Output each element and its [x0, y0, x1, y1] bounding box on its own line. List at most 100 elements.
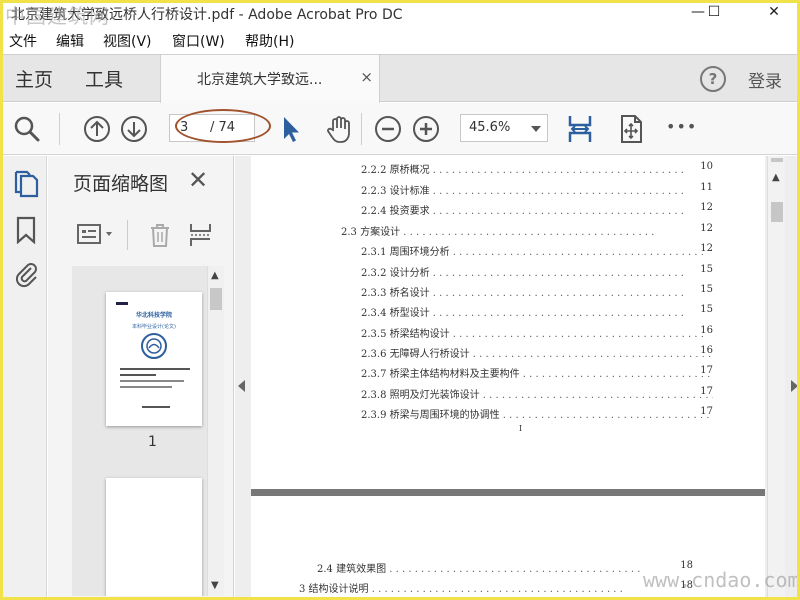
toc-entry-label: 2.4 建筑效果图: [317, 564, 387, 575]
toc-entry[interactable]: 2.4 建筑效果图 . . . . . . . . . . . . . . . …: [317, 560, 693, 575]
zoom-select[interactable]: 45.6%: [460, 114, 548, 142]
pages-icon[interactable]: [13, 170, 39, 198]
menu-view[interactable]: 视图(V): [103, 31, 152, 51]
toc-entry[interactable]: 2.3.2 设计分析 . . . . . . . . . . . . . . .…: [361, 264, 713, 279]
toc-entry[interactable]: 2.3.8 照明及灯光装饰设计 . . . . . . . . . . . . …: [361, 386, 713, 401]
tab-document[interactable]: 北京建筑大学致远... ×: [160, 55, 380, 103]
toc-entry-label: 2.2.3 设计标准: [361, 186, 430, 197]
menu-file[interactable]: 文件: [9, 31, 37, 51]
thumb-logo: [116, 302, 128, 305]
toc-entry[interactable]: 2.2.2 原桥概况 . . . . . . . . . . . . . . .…: [361, 161, 713, 176]
delete-icon[interactable]: [148, 222, 172, 248]
toc-entry-label: 2.3.3 桥名设计: [361, 288, 430, 299]
login-button[interactable]: 登录: [748, 67, 782, 92]
toc-entry-label: 2.3.5 桥梁结构设计: [361, 329, 450, 340]
hand-icon[interactable]: [323, 113, 355, 145]
toolbar-divider: [361, 113, 362, 145]
page-down-icon[interactable]: [118, 113, 150, 145]
menu-edit[interactable]: 编辑: [56, 31, 84, 51]
toolbar: 3 / 74 45.6% •••: [3, 103, 797, 155]
toc-page-number: 10: [696, 161, 713, 172]
bookmark-icon[interactable]: [13, 216, 39, 244]
menu-bar: 文件 编辑 视图(V) 窗口(W) 帮助(H): [3, 28, 797, 52]
toc-entry-label: 2.2.4 投资要求: [361, 206, 430, 217]
toc-entry-label: 2.2.2 原桥概况: [361, 165, 430, 176]
select-arrow-icon[interactable]: [275, 113, 307, 145]
menu-help[interactable]: 帮助(H): [245, 31, 294, 51]
menu-window[interactable]: 窗口(W): [172, 31, 225, 51]
toc-leader-dots: . . . . . . . . . . . . . . . . . . . . …: [522, 369, 713, 380]
toc-leader-dots: . . . . . . . . . . . . . . . . . . . . …: [502, 410, 713, 421]
panel-title: 页面缩略图: [73, 173, 169, 195]
scroll-up-icon[interactable]: ▲: [211, 270, 219, 281]
toc-leader-dots: . . . . . . . . . . . . . . . . . . . . …: [429, 206, 684, 217]
toc-entry-label: 2.3.8 照明及灯光装饰设计: [361, 390, 480, 401]
toc-leader-dots: . . . . . . . . . . . . . . . . . . . . …: [368, 584, 623, 595]
scrollbar-thumb[interactable]: [210, 288, 222, 310]
collapse-left-pane-icon[interactable]: [238, 380, 245, 392]
close-window-button[interactable]: ✕: [759, 3, 789, 23]
toc-page-number: 17: [696, 365, 713, 376]
scrollbar-thumb[interactable]: [771, 202, 783, 222]
page-thumbnail[interactable]: [106, 478, 202, 596]
full-screen-icon[interactable]: [615, 113, 647, 145]
toc-page-number: 12: [696, 243, 713, 254]
attachment-icon[interactable]: [13, 260, 39, 288]
scroll-up-icon[interactable]: ▲: [772, 172, 780, 183]
toc-page-number: 16: [696, 345, 713, 356]
toc-entry[interactable]: 2.2.3 设计标准 . . . . . . . . . . . . . . .…: [361, 182, 713, 197]
toc-entry[interactable]: 2.3.9 桥梁与周围环境的协调性 . . . . . . . . . . . …: [361, 406, 713, 421]
toc-entry[interactable]: 2.2.4 投资要求 . . . . . . . . . . . . . . .…: [361, 202, 713, 217]
toc-entry-label: 2.3.6 无障碍人行桥设计: [361, 349, 470, 360]
thumbnail-scrollbar[interactable]: ▲ ▼: [207, 266, 224, 596]
toc-entry[interactable]: 2.3.5 桥梁结构设计 . . . . . . . . . . . . . .…: [361, 325, 713, 340]
toc-page-number: 17: [696, 406, 713, 417]
close-panel-icon[interactable]: ✕: [188, 166, 208, 194]
toc-page-number: 16: [696, 325, 713, 336]
site-watermark-bottom: www.cndao.com: [643, 568, 800, 592]
toc-leader-dots: . . . . . . . . . . . . . . . . . . . . …: [479, 390, 713, 401]
university-seal-icon: [141, 333, 167, 359]
document-scrollbar[interactable]: ▲: [767, 156, 785, 597]
page-up-icon[interactable]: [81, 113, 113, 145]
page-thumbnail[interactable]: 华北科技学院 本科毕业设计(论文): [106, 292, 202, 426]
insert-page-icon[interactable]: [188, 222, 214, 248]
fit-width-icon[interactable]: [564, 113, 596, 145]
toc-entry[interactable]: 2.3.4 桥型设计 . . . . . . . . . . . . . . .…: [361, 304, 713, 319]
tab-tools[interactable]: 工具: [85, 65, 123, 92]
search-icon[interactable]: [11, 113, 43, 145]
toc-leader-dots: . . . . . . . . . . . . . . . . . . . . …: [449, 247, 704, 258]
chevron-down-icon: [531, 126, 541, 132]
expand-right-pane-icon[interactable]: [791, 380, 797, 392]
scroll-down-icon[interactable]: ▼: [211, 580, 219, 591]
toc-entry[interactable]: 2.3.1 周围环境分析 . . . . . . . . . . . . . .…: [361, 243, 713, 258]
thumb-line: [120, 380, 184, 382]
tab-home[interactable]: 主页: [15, 65, 53, 92]
toc-page-number: 15: [696, 284, 713, 295]
toolbar-divider: [59, 113, 60, 145]
toc-leader-dots: . . . . . . . . . . . . . . . . . . . . …: [449, 329, 704, 340]
annotation-ellipse: [175, 109, 271, 143]
toc-entry[interactable]: 2.3.7 桥梁主体结构材料及主要构件 . . . . . . . . . . …: [361, 365, 713, 380]
thumb-heading: 华北科技学院: [135, 312, 172, 319]
toc-entry[interactable]: 2.3.3 桥名设计 . . . . . . . . . . . . . . .…: [361, 284, 713, 299]
toc-entry[interactable]: 3 结构设计说明 . . . . . . . . . . . . . . . .…: [299, 580, 693, 595]
page-thumbnails-panel: 页面缩略图 ✕ 华北科技学院 本科毕业设计(论文) 1 ▲ ▼: [48, 156, 234, 597]
maximize-button[interactable]: ☐: [699, 3, 729, 23]
close-tab-icon[interactable]: ×: [360, 68, 373, 86]
thumb-line: [120, 386, 172, 388]
toc-leader-dots: . . . . . . . . . . . . . . . . . . . . …: [429, 186, 684, 197]
title-bar: 北京建筑大学致远桥人行桥设计.pdf - Adobe Acrobat Pro D…: [3, 3, 797, 28]
help-icon[interactable]: ?: [700, 66, 726, 92]
toc-entry[interactable]: 2.3.6 无障碍人行桥设计 . . . . . . . . . . . . .…: [361, 345, 713, 360]
thumbnail-list[interactable]: 华北科技学院 本科毕业设计(论文) 1: [72, 266, 224, 596]
more-icon[interactable]: •••: [666, 117, 698, 149]
zoom-out-icon[interactable]: [372, 113, 404, 145]
thumbnail-options-icon[interactable]: [76, 222, 116, 248]
thumbnail-toolbar: [72, 218, 222, 252]
zoom-in-icon[interactable]: [410, 113, 442, 145]
toc-entry[interactable]: 2.3 方案设计 . . . . . . . . . . . . . . . .…: [341, 223, 713, 238]
toc-leader-dots: . . . . . . . . . . . . . . . . . . . . …: [429, 268, 684, 279]
toc-entry-label: 2.3 方案设计: [341, 227, 401, 238]
thumb-line: [120, 374, 156, 376]
